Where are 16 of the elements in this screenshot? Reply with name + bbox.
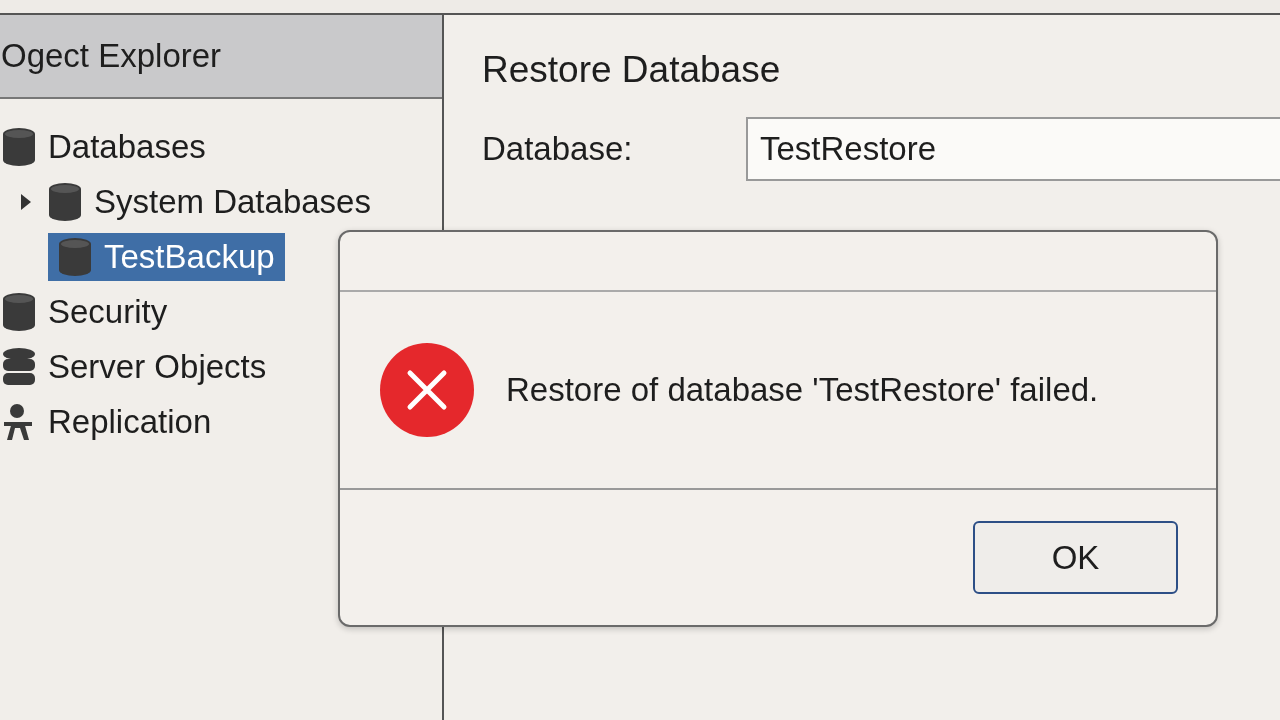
ok-button[interactable]: OK — [973, 521, 1178, 594]
section-title: Restore Database — [482, 49, 782, 91]
tree-item-label[interactable]: Security — [48, 290, 176, 333]
tree-item-label[interactable]: System Databases — [94, 180, 379, 223]
database-stack-icon — [2, 346, 36, 387]
selected-tree-item[interactable]: TestBackup — [48, 232, 285, 281]
tree-item-label[interactable]: Databases — [48, 125, 214, 168]
panel-title: Ogect Explorer — [1, 37, 222, 75]
expand-arrow-icon[interactable] — [19, 192, 33, 211]
tree-item-label[interactable]: Server Objects — [48, 345, 275, 388]
field-label: Database: — [482, 130, 634, 168]
database-field[interactable]: TestRestore — [746, 117, 1280, 181]
tree-item-label[interactable]: Replication — [48, 400, 220, 443]
error-message: Restore of database 'TestRestore' failed. — [506, 371, 1099, 409]
database-icon — [58, 236, 92, 277]
database-icon — [48, 181, 82, 222]
